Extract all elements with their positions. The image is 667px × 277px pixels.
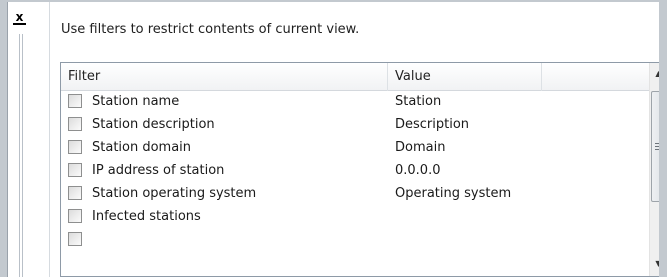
pane-grip: x [8,2,50,277]
close-icon[interactable]: x [13,11,26,25]
column-header-empty[interactable] [542,63,650,91]
filter-name: Station description [92,117,215,132]
filter-value[interactable]: Operating system [395,186,511,201]
table-row[interactable]: Station description Description [61,114,650,137]
filter-hint-text: Use filters to restrict contents of curr… [61,22,360,37]
filter-checkbox[interactable] [68,117,82,131]
filter-name: IP address of station [92,163,225,178]
filter-checkbox[interactable] [68,94,82,108]
table-row[interactable]: Station operating system Operating syste… [61,183,650,206]
table-row[interactable] [61,229,650,252]
filter-checkbox[interactable] [68,232,82,246]
column-header-filter[interactable]: Filter [61,63,388,91]
filter-value[interactable]: Domain [395,140,445,155]
table-header: Filter Value [61,63,650,91]
table-row[interactable]: Infected stations [61,206,650,229]
filter-value[interactable]: Description [395,117,469,132]
table-row[interactable]: Station domain Domain [61,137,650,160]
filter-checkbox[interactable] [68,163,82,177]
filter-checkbox[interactable] [68,140,82,154]
filter-name: Station operating system [92,186,257,201]
filter-pane: x Use filters to restrict contents of cu… [7,2,667,277]
filter-value[interactable]: Station [395,94,441,109]
grip-line [19,34,20,277]
filter-name: Infected stations [92,209,201,224]
filter-value[interactable]: 0.0.0.0 [395,163,440,178]
filter-table: Filter Value Station name Station Statio… [60,62,667,277]
table-body: Station name Station Station description… [61,91,650,252]
column-header-value[interactable]: Value [388,63,542,91]
filter-name: Station domain [92,140,192,155]
filter-checkbox[interactable] [68,186,82,200]
filter-name: Station name [92,94,180,109]
table-row[interactable]: IP address of station 0.0.0.0 [61,160,650,183]
grip-line [22,34,23,277]
window-frame-right [659,0,667,277]
table-row[interactable]: Station name Station [61,91,650,114]
filter-checkbox[interactable] [68,209,82,223]
